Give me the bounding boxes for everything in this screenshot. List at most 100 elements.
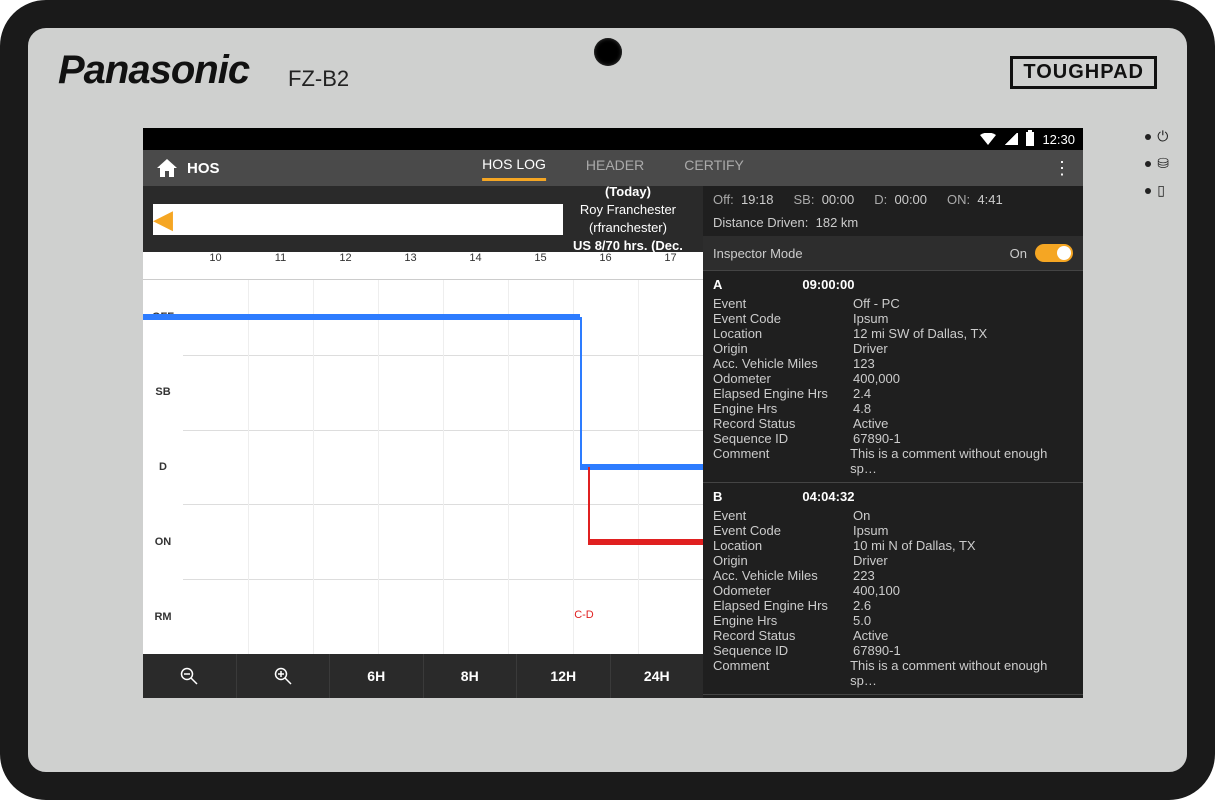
ruler-tick: 16	[573, 252, 638, 279]
device-frame: Panasonic FZ-B2 TOUGHPAD ⏻ ⛁ ▯ 12:30 HOS…	[0, 0, 1215, 800]
app-topbar: HOS HOS LOG HEADER CERTIFY ⋮	[143, 150, 1083, 186]
device-bezel: Panasonic FZ-B2 TOUGHPAD	[28, 28, 1187, 118]
segment-on[interactable]	[588, 539, 703, 545]
disk-icon: ⛁	[1157, 155, 1169, 172]
event-field-label: Comment	[713, 446, 850, 476]
model-label: FZ-B2	[288, 66, 349, 92]
segment-off[interactable]	[143, 314, 580, 320]
chart-annotation: C-D	[574, 609, 594, 621]
event-field-value: 12 mi SW of Dallas, TX	[853, 326, 987, 341]
event-field-value: Ipsum	[853, 523, 888, 538]
event-field-value: This is a comment without enough sp…	[850, 446, 1073, 476]
distance-summary: Distance Driven: 182 km	[703, 213, 1083, 236]
event-field-value: 123	[853, 356, 875, 371]
event-list[interactable]: A09:00:00EventOff - PCEvent CodeIpsumLoc…	[703, 270, 1083, 698]
zoom-out-button[interactable]	[143, 654, 237, 698]
event-field-value: This is a comment without enough sp…	[850, 658, 1073, 688]
inspector-mode-row: Inspector Mode On	[703, 236, 1083, 270]
zoom-in-button[interactable]	[237, 654, 331, 698]
event-field-value: Driver	[853, 553, 888, 568]
event-field-label: Elapsed Engine Hrs	[713, 598, 853, 613]
ruler-tick: 13	[378, 252, 443, 279]
brand-label: Panasonic	[58, 48, 249, 93]
app-title: HOS	[187, 160, 220, 177]
event-field-label: Engine Hrs	[713, 401, 853, 416]
event-field-label: Odometer	[713, 371, 853, 386]
tab-bar: HOS LOG HEADER CERTIFY	[482, 150, 744, 186]
inspector-mode-state: On	[1010, 246, 1027, 261]
zoom-24h-button[interactable]: 24H	[611, 654, 704, 698]
event-field-value: 2.4	[853, 386, 871, 401]
battery-icon	[1026, 132, 1034, 146]
event-field-value: 400,100	[853, 583, 900, 598]
battery-outline-icon: ▯	[1157, 182, 1165, 199]
segment-connector	[580, 317, 582, 467]
segment-connector-red	[588, 467, 590, 542]
event-field-label: Elapsed Engine Hrs	[713, 386, 853, 401]
tab-certify[interactable]: CERTIFY	[684, 157, 744, 179]
inspector-mode-toggle[interactable]	[1035, 244, 1073, 262]
event-field-value: Active	[853, 416, 888, 431]
status-summary: Off: 19:18 SB: 00:00 D: 00:00 ON: 4:41	[703, 186, 1083, 213]
event-field-value: 5.0	[853, 613, 871, 628]
row-label-rm: RM	[143, 579, 183, 654]
event-time: 09:00:00	[802, 277, 854, 292]
signal-icon	[1004, 133, 1018, 145]
event-field-label: Event	[713, 508, 853, 523]
inspector-mode-label: Inspector Mode	[713, 246, 803, 261]
event-field-value: 4.8	[853, 401, 871, 416]
tab-hos-log[interactable]: HOS LOG	[482, 156, 546, 181]
event-field-value: 10 mi N of Dallas, TX	[853, 538, 976, 553]
tab-header[interactable]: HEADER	[586, 157, 644, 179]
zoom-toolbar: 6H 8H 12H 24H	[143, 654, 703, 698]
toughpad-badge: TOUGHPAD	[1010, 56, 1157, 89]
hardware-indicators: ⏻ ⛁ ▯	[1145, 128, 1169, 199]
zoom-6h-button[interactable]: 6H	[330, 654, 424, 698]
statusbar-time: 12:30	[1042, 132, 1075, 147]
event-field-value: 2.6	[853, 598, 871, 613]
driver-label: Roy Franchester (rfranchester)	[563, 201, 693, 237]
zoom-8h-button[interactable]: 8H	[424, 654, 518, 698]
detail-panel: Off: 19:18 SB: 00:00 D: 00:00 ON: 4:41 D…	[703, 186, 1083, 698]
event-field-label: Record Status	[713, 416, 853, 431]
prev-day-button[interactable]: ◀	[153, 204, 563, 235]
event-field-label: Sequence ID	[713, 643, 853, 658]
event-field-label: Record Status	[713, 628, 853, 643]
row-label-d: D	[143, 430, 183, 505]
home-icon[interactable]	[157, 159, 177, 177]
ruler-tick: 12	[313, 252, 378, 279]
segment-d[interactable]	[580, 464, 703, 470]
event-field-label: Sequence ID	[713, 431, 853, 446]
event-field-value: Driver	[853, 341, 888, 356]
chart-panel: ◀ Nov. 14, 2016 (Today) Roy Franchester …	[143, 186, 703, 698]
power-icon: ⏻	[1157, 128, 1168, 145]
ruler-tick: 15	[508, 252, 573, 279]
date-header: ◀ Nov. 14, 2016 (Today) Roy Franchester …	[143, 186, 703, 252]
wifi-icon	[980, 133, 996, 145]
event-field-value: Off - PC	[853, 296, 900, 311]
zoom-12h-button[interactable]: 12H	[517, 654, 611, 698]
row-label-on: ON	[143, 504, 183, 579]
hos-chart[interactable]: OFF SB D ON RM	[143, 280, 703, 654]
event-field-label: Location	[713, 326, 853, 341]
event-field-label: Origin	[713, 341, 853, 356]
event-block[interactable]: C00:22:01	[703, 694, 1083, 698]
overflow-menu-icon[interactable]: ⋮	[1053, 158, 1071, 179]
screen: 12:30 HOS HOS LOG HEADER CERTIFY ⋮ ◀ Nov…	[143, 128, 1083, 698]
event-block[interactable]: B04:04:32EventOnEvent CodeIpsumLocation1…	[703, 482, 1083, 694]
event-field-label: Event Code	[713, 311, 853, 326]
event-field-label: Event Code	[713, 523, 853, 538]
row-label-sb: SB	[143, 355, 183, 430]
event-block[interactable]: A09:00:00EventOff - PCEvent CodeIpsumLoc…	[703, 270, 1083, 482]
event-field-value: 223	[853, 568, 875, 583]
event-field-label: Location	[713, 538, 853, 553]
ruler-tick: 11	[248, 252, 313, 279]
ruler-tick: 10	[183, 252, 248, 279]
event-id: A	[713, 277, 722, 292]
event-field-label: Engine Hrs	[713, 613, 853, 628]
event-field-label: Odometer	[713, 583, 853, 598]
time-ruler: 10 11 12 13 14 15 16 17	[143, 252, 703, 280]
camera-icon	[594, 38, 622, 66]
event-field-value: Ipsum	[853, 311, 888, 326]
ruler-tick: 17	[638, 252, 703, 279]
